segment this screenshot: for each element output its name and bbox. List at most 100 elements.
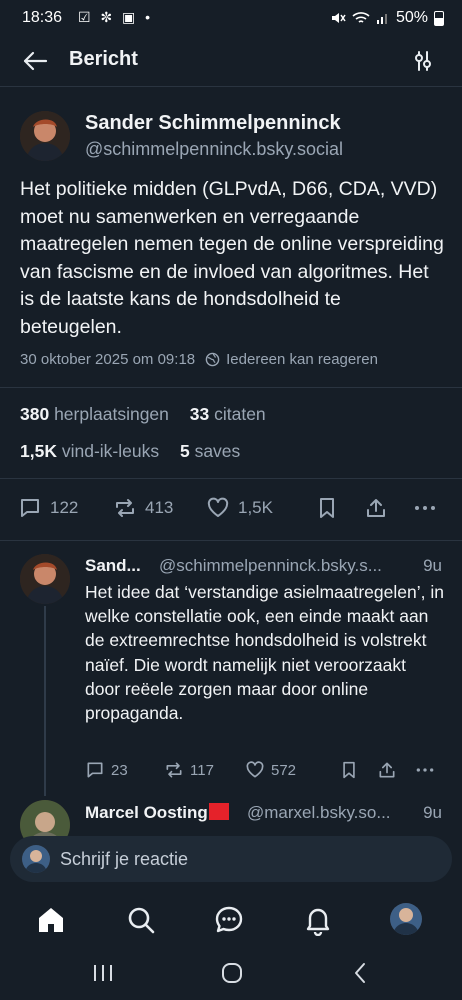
reply-bookmark-button[interactable]: [340, 760, 358, 780]
reply-button[interactable]: 122: [18, 496, 78, 520]
repost-icon: [116, 499, 134, 517]
reply-more-button[interactable]: [415, 760, 435, 780]
recents-button[interactable]: [92, 963, 114, 983]
search-icon: [128, 907, 155, 934]
back-button[interactable]: [22, 50, 48, 72]
like-count: 1,5K: [238, 498, 273, 517]
likes-label: vind-ik-leuks: [61, 441, 160, 461]
avatar-image: [22, 845, 50, 873]
status-right: 50%: [330, 9, 444, 27]
share-button[interactable]: [364, 496, 388, 520]
saves-stat[interactable]: 5 saves: [180, 441, 240, 461]
notification-icons: ☑ ✼ ▣ •: [78, 9, 154, 25]
reply-repost-button[interactable]: 117: [164, 760, 214, 780]
chevron-left-icon: [355, 963, 365, 983]
quotes-stat[interactable]: 33 citaten: [190, 404, 266, 424]
reply-time: 9u: [423, 556, 442, 575]
quotes-count: 33: [189, 404, 210, 424]
reply-author-name[interactable]: Sand...: [85, 556, 141, 576]
reply-composer[interactable]: Schrijf je reactie: [10, 836, 452, 882]
composer-placeholder: Schrijf je reactie: [60, 849, 189, 869]
reply-setting-label: Iedereen kan reageren: [226, 351, 378, 368]
speech-bubble-icon: [21, 499, 39, 517]
nav-profile[interactable]: [390, 903, 422, 935]
thread-line: [44, 606, 46, 796]
author-name[interactable]: Sander Schimmelpenninck: [85, 112, 341, 135]
reply-like-button[interactable]: 572: [245, 760, 296, 780]
nav-notifications[interactable]: [302, 904, 334, 936]
saves-label: saves: [194, 441, 241, 461]
reply-avatar[interactable]: [20, 554, 70, 604]
author-avatar[interactable]: [20, 111, 70, 161]
post-actions: 122 413 1,5K: [18, 496, 438, 524]
reply-text: Het idee dat ‘verstandige asielmaatregel…: [85, 582, 444, 724]
stats-divider: [0, 478, 462, 479]
profile-avatar: [390, 903, 422, 935]
reply-share-button[interactable]: [377, 760, 397, 780]
status-time: 18:36: [22, 9, 63, 26]
bookmark-icon: [343, 761, 355, 779]
quotes-label: citaten: [214, 404, 266, 424]
system-back-button[interactable]: [352, 962, 368, 984]
arrow-left-icon: [23, 51, 48, 71]
home-button[interactable]: [221, 962, 243, 984]
reposts-label: herplaatsingen: [54, 404, 169, 424]
actions-divider: [0, 540, 462, 541]
speech-bubble-icon: [87, 762, 103, 778]
system-nav-bar: [0, 954, 462, 1000]
heart-icon: [246, 761, 264, 778]
share-icon: [379, 762, 395, 778]
page-title: Bericht: [69, 48, 138, 70]
author-handle[interactable]: @schimmelpenninck.bsky.social: [85, 139, 343, 160]
bottom-nav: [0, 886, 462, 954]
meta-divider: [0, 387, 462, 388]
chat-icon: [215, 906, 243, 933]
reply-setting[interactable]: Iedereen kan reageren: [205, 351, 378, 368]
like-button[interactable]: 1,5K: [206, 496, 273, 520]
nav-chat[interactable]: [213, 904, 245, 936]
home-icon: [39, 908, 63, 932]
post-text: Het politieke midden (GLPvdA, D66, CDA, …: [20, 178, 444, 338]
globe-icon: [205, 352, 220, 367]
reply2-author-name-text: Marcel Oosting: [85, 803, 208, 822]
wifi-icon: [352, 12, 370, 23]
heart-icon: [207, 497, 229, 517]
mute-icon: [331, 13, 346, 23]
more-button[interactable]: [413, 496, 437, 520]
home-circle-icon: [222, 963, 242, 983]
reply-reply-button[interactable]: 23: [85, 760, 128, 780]
share-icon: [367, 499, 385, 517]
reply-repost-count: 117: [190, 761, 214, 779]
reposts-count: 380: [20, 404, 50, 424]
reply2-time: 9u: [423, 803, 442, 822]
thread-settings-button[interactable]: [412, 50, 434, 72]
stats-row-2: 1,5K vind-ik-leuks 5 saves: [20, 441, 256, 462]
nav-search[interactable]: [125, 904, 157, 936]
repost-count: 413: [145, 498, 174, 517]
reply-count: 122: [50, 498, 79, 517]
bookmark-button[interactable]: [316, 496, 338, 520]
saves-count: 5: [179, 441, 190, 461]
battery-percent: 50%: [395, 9, 428, 26]
composer-avatar: [22, 845, 50, 873]
header-divider: [0, 86, 462, 87]
reply2-author-handle[interactable]: @marxel.bsky.so...: [247, 803, 391, 823]
likes-stat[interactable]: 1,5K vind-ik-leuks: [20, 441, 159, 461]
status-bar: 18:36 ☑ ✼ ▣ • 50%: [0, 0, 462, 38]
post-timestamp: 30 oktober 2025 om 09:18: [20, 351, 196, 368]
ellipsis-icon: [416, 768, 434, 772]
bell-icon: [306, 908, 330, 936]
reply-actions: 23 117 572: [85, 760, 440, 784]
nav-home[interactable]: [35, 904, 67, 936]
ellipsis-icon: [415, 506, 435, 510]
reply-reply-count: 23: [111, 761, 128, 779]
reply2-author-name[interactable]: Marcel Oosting: [85, 803, 229, 823]
stats-row-1: 380 herplaatsingen 33 citaten: [20, 404, 282, 425]
reply-author-handle[interactable]: @schimmelpenninck.bsky.s...: [159, 556, 382, 576]
reply-like-count: 572: [271, 761, 297, 779]
bookmark-icon: [320, 498, 334, 518]
reposts-stat[interactable]: 380 herplaatsingen: [20, 404, 169, 424]
repost-button[interactable]: 413: [113, 496, 173, 520]
repost-icon: [166, 762, 182, 778]
page-header: Bericht: [0, 38, 462, 86]
